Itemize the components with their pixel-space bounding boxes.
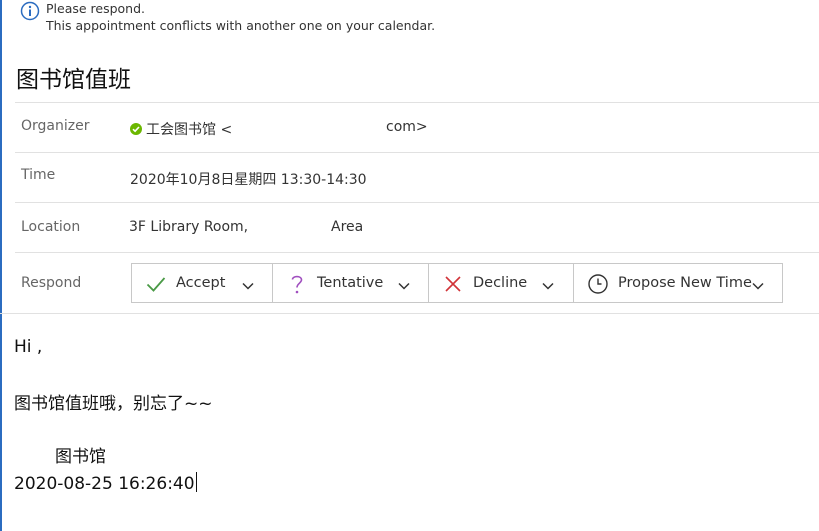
decline-button[interactable]: Decline (429, 264, 574, 302)
body-greeting: Hi , (14, 337, 43, 357)
message-body[interactable]: Hi , 图书馆值班哦，别忘了~~ 图书馆 2020-08-25 16:26:4… (0, 313, 819, 531)
accept-button[interactable]: Accept (132, 264, 273, 302)
info-bar-title: Please respond. (46, 1, 146, 16)
clock-icon (587, 273, 609, 295)
decline-label: Decline (473, 275, 528, 291)
info-bar-conflict-message: This appointment conflicts with another … (46, 18, 436, 33)
body-timestamp: 2020-08-25 16:26:40 (14, 474, 195, 494)
organizer-name[interactable]: 工会图书馆 < (146, 122, 232, 138)
propose-new-time-label: Propose New Time (618, 275, 752, 291)
organizer-email-tail: com> (386, 119, 428, 135)
respond-button-group: Accept Tentative Decline Propose New Tim… (131, 263, 783, 303)
organizer-value[interactable]: 工会图书馆 < (130, 119, 232, 139)
meeting-subject: 图书馆值班 (16, 67, 131, 93)
chevron-down-icon[interactable] (397, 278, 411, 292)
text-cursor (195, 472, 197, 492)
time-label: Time (21, 167, 56, 183)
location-label: Location (21, 219, 81, 235)
location-row: Location 3F Library Room, Area (15, 202, 819, 252)
time-value: 2020年10月8日星期四 13:30-14:30 (130, 172, 367, 188)
info-circle-icon (20, 1, 40, 21)
body-signature: 图书馆 (55, 447, 106, 467)
propose-new-time-button[interactable]: Propose New Time (574, 264, 782, 302)
location-value-tail: Area (331, 219, 364, 235)
chevron-down-icon[interactable] (541, 278, 555, 292)
x-icon (442, 273, 464, 295)
checkmark-icon (145, 273, 167, 295)
organizer-label: Organizer (21, 118, 90, 134)
chevron-down-icon[interactable] (241, 278, 255, 292)
body-line: 图书馆值班哦，别忘了~~ (14, 394, 213, 414)
tentative-button[interactable]: Tentative (273, 264, 429, 302)
question-mark-icon (286, 273, 308, 295)
chevron-down-icon[interactable] (751, 278, 765, 292)
time-row: Time 2020年10月8日星期四 13:30-14:30 (15, 152, 819, 202)
accept-label: Accept (176, 275, 226, 291)
tentative-label: Tentative (317, 275, 384, 291)
respond-row: Respond Accept Tentative Decline Propose… (15, 252, 819, 313)
organizer-row: Organizer 工会图书馆 < com> (15, 102, 819, 152)
location-value: 3F Library Room, (129, 219, 249, 235)
body-timestamp-line: 2020-08-25 16:26:40 (14, 472, 197, 494)
respond-label: Respond (21, 275, 82, 291)
presence-available-icon (130, 123, 142, 135)
